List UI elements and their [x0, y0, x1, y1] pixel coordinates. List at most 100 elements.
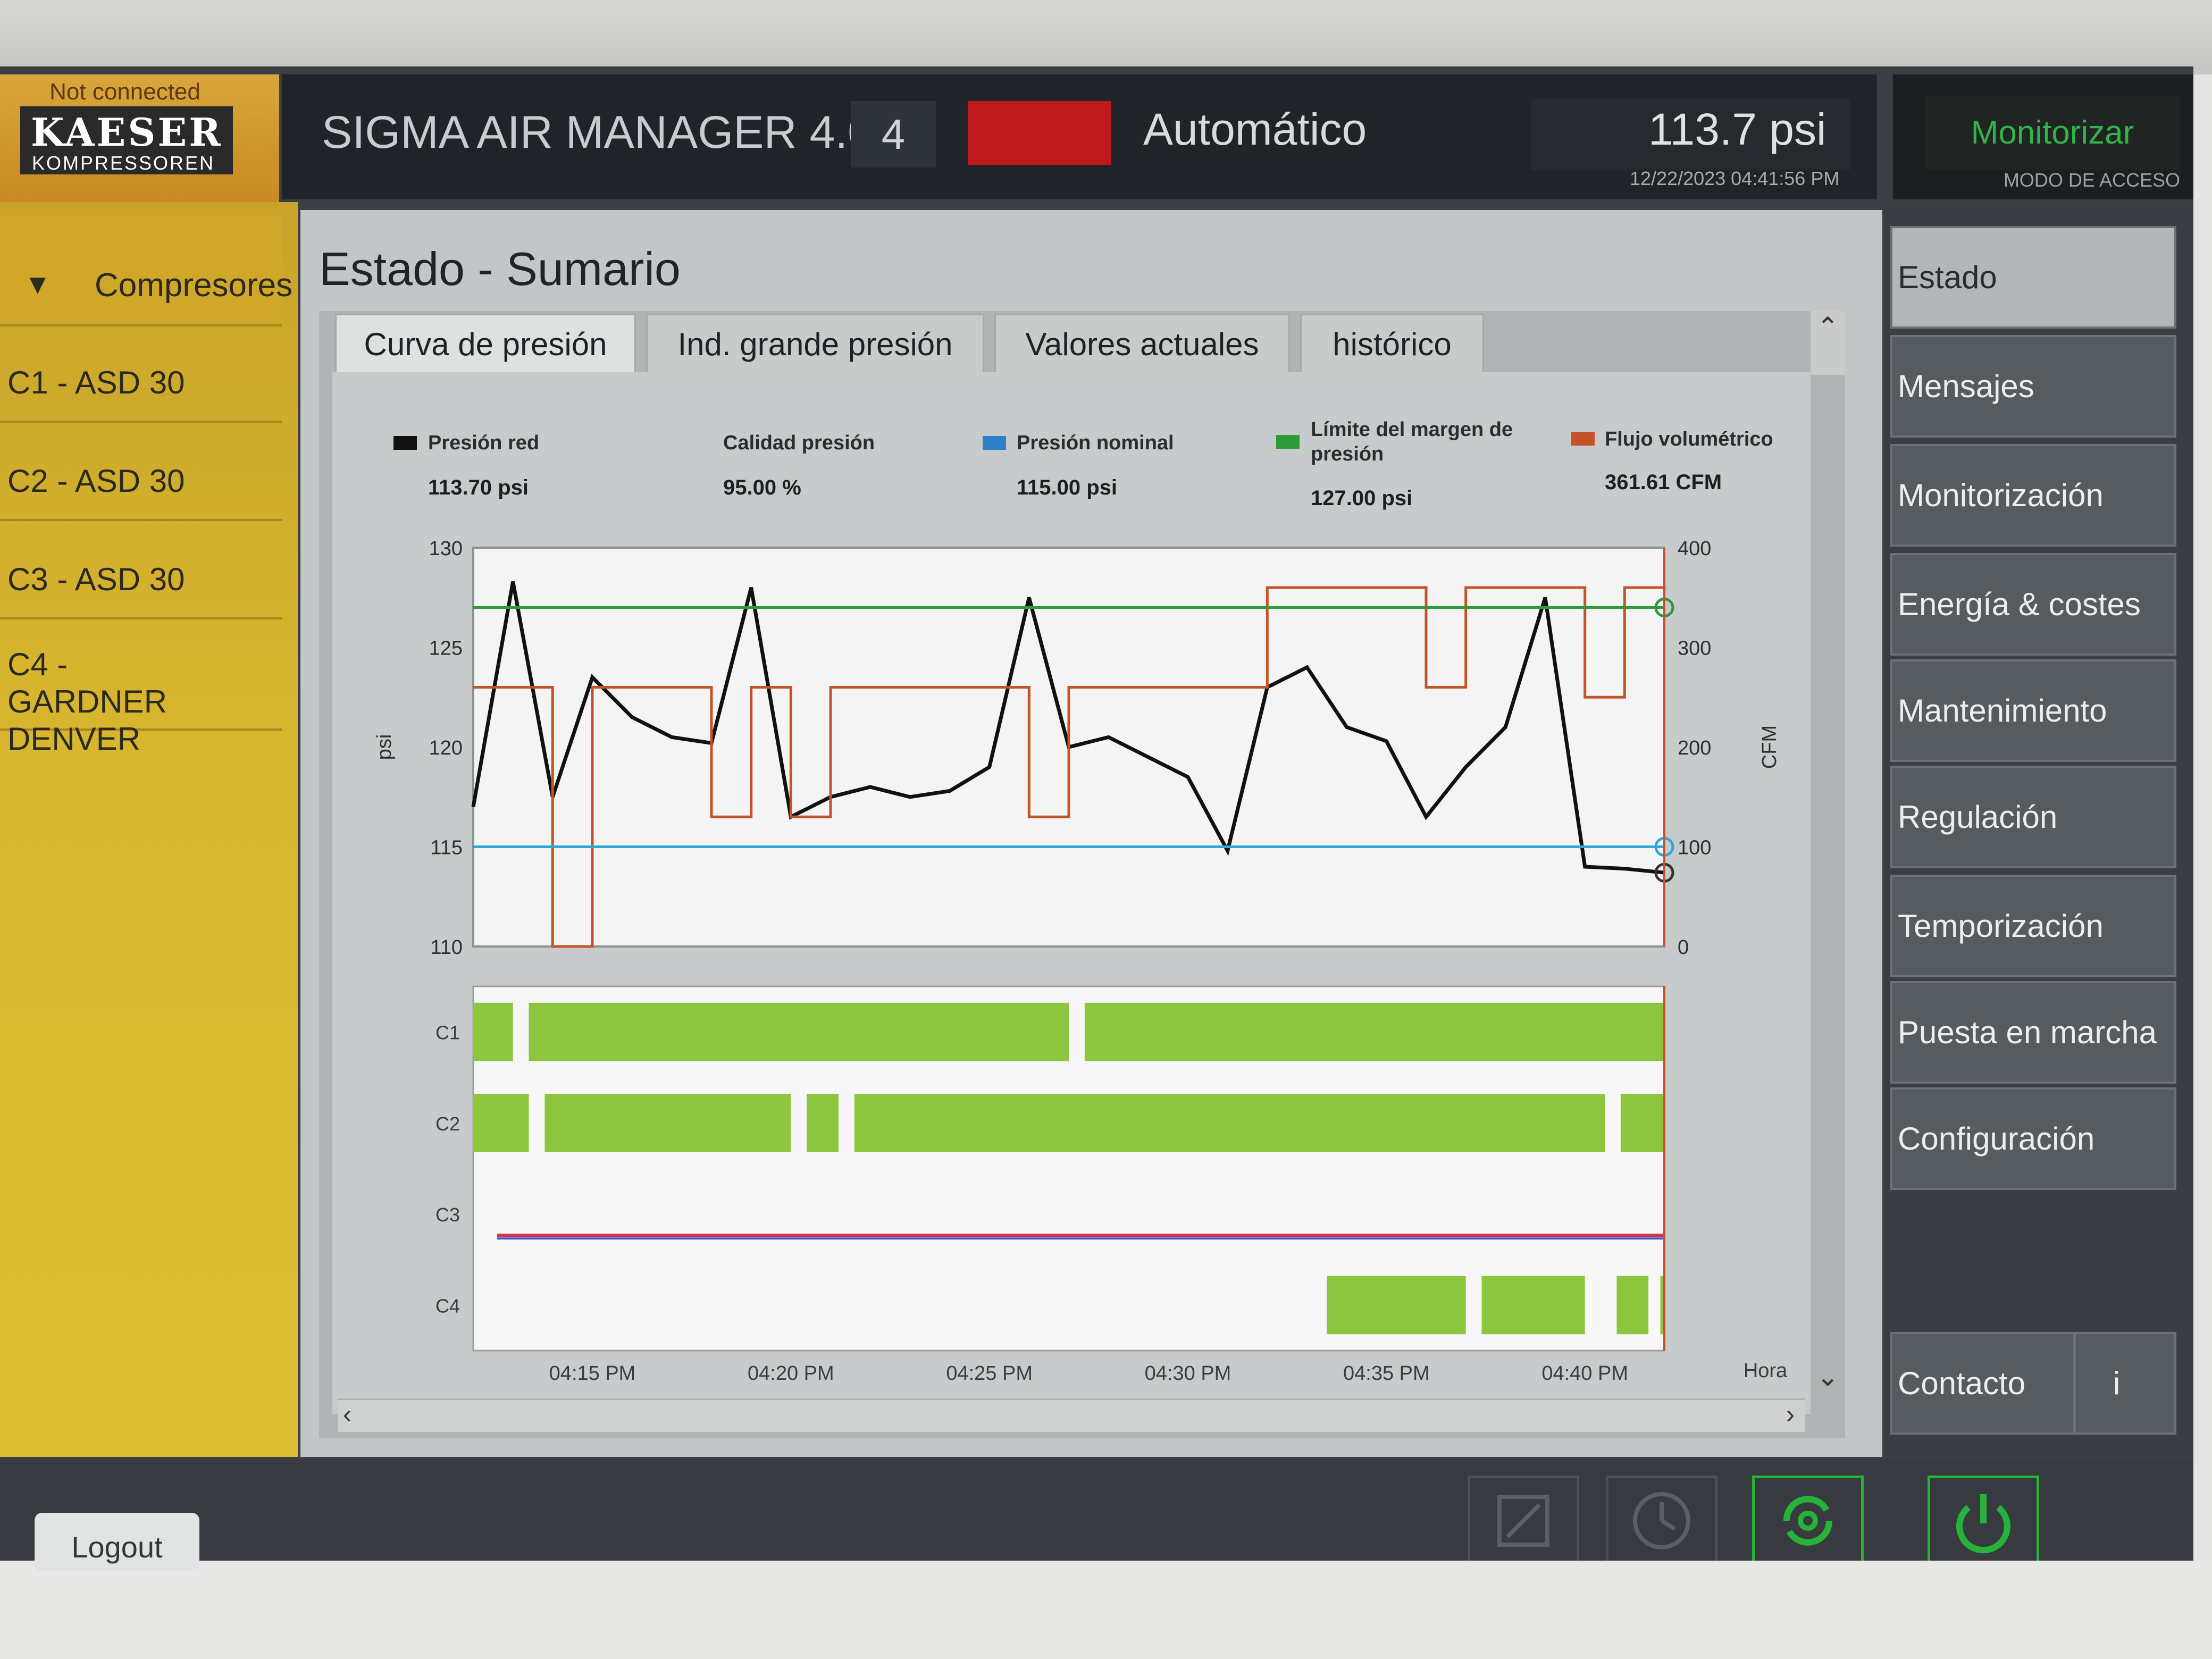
- nav-monitoring[interactable]: Monitorización: [1890, 444, 2176, 547]
- sidebar-item-label: C3 - ASD 30: [7, 562, 185, 597]
- gantt-row-label: C4: [435, 1295, 460, 1317]
- nav-status[interactable]: Estado: [1890, 226, 2176, 329]
- sidebar-item-label: C4 - GARDNER DENVER: [7, 647, 167, 757]
- nav-messages[interactable]: Mensajes: [1890, 335, 2176, 438]
- nav-maintenance[interactable]: Mantenimiento: [1890, 659, 2176, 762]
- nav-label: Temporización: [1898, 908, 2104, 944]
- y-left-tick-label: 110: [430, 936, 463, 959]
- pressure-value: 113.7 psi: [1648, 104, 1826, 154]
- nav-timing[interactable]: Temporización: [1890, 875, 2176, 977]
- edit-icon-glyph: [1497, 1495, 1549, 1547]
- clock-icon-glyph: [1633, 1492, 1690, 1549]
- info-icon[interactable]: i: [2074, 1332, 2176, 1435]
- x-tick-label: 04:30 PM: [1145, 1362, 1231, 1385]
- nav-label: Contacto: [1898, 1365, 2026, 1401]
- legend-value: 113.70 psi: [428, 476, 529, 499]
- operating-mode: Automático: [1143, 104, 1367, 154]
- gantt-run-bar: [473, 1094, 529, 1152]
- scroll-left-icon[interactable]: ‹: [343, 1400, 351, 1429]
- triangle-down-icon: ▼: [24, 269, 52, 300]
- sidebar-item-label: C1 - ASD 30: [7, 365, 185, 400]
- x-axis-label: Hora: [1744, 1360, 1788, 1382]
- y-left-tick-label: 125: [429, 638, 463, 660]
- gantt-run-bar: [544, 1094, 791, 1152]
- monitor-bezel-bottom: [0, 1561, 2212, 1659]
- power-icon-glyph: [1956, 1494, 2010, 1554]
- sidebar-item-label: C2 - ASD 30: [7, 463, 185, 499]
- x-tick-label: 04:40 PM: [1541, 1362, 1628, 1385]
- legend-label: Presión red: [428, 432, 540, 454]
- nav-label: Mensajes: [1898, 368, 2034, 404]
- kaeser-logo: KAESER KOMPRESSOREN: [20, 106, 233, 174]
- gantt-run-bar: [1481, 1276, 1585, 1335]
- legend-swatch-nominal-pressure: [983, 436, 1006, 450]
- unit-number: 4: [851, 101, 936, 167]
- gantt-run-bar: [1084, 1002, 1664, 1061]
- access-mode-button[interactable]: Monitorizar: [1925, 96, 2180, 170]
- group-label: Compresores: [95, 267, 293, 304]
- scroll-right-icon[interactable]: ›: [1786, 1400, 1795, 1429]
- nav-label: Estado: [1898, 259, 1997, 295]
- edit-icon[interactable]: [1468, 1476, 1579, 1566]
- sync-icon-glyph: [1783, 1496, 1833, 1546]
- y-right-tick-label: 200: [1678, 737, 1711, 759]
- power-icon[interactable]: [1928, 1476, 2039, 1566]
- y-left-tick-label: 115: [430, 837, 463, 859]
- legend-value: 127.00 psi: [1311, 487, 1413, 510]
- x-tick-label: 04:15 PM: [549, 1362, 636, 1385]
- x-tick-label: 04:35 PM: [1343, 1362, 1430, 1385]
- logout-button[interactable]: Logout: [35, 1513, 199, 1571]
- connection-status: Not connected: [49, 79, 200, 105]
- horizontal-scrollbar[interactable]: ‹ ›: [338, 1398, 1805, 1432]
- compressors-group-toggle[interactable]: ▼ Compresores: [0, 215, 292, 326]
- logo-brand-text: KAESER: [31, 110, 223, 155]
- scroll-down-icon[interactable]: ⌄: [1811, 1361, 1845, 1398]
- gantt-run-bar: [807, 1094, 839, 1152]
- clock-icon[interactable]: [1606, 1476, 1717, 1566]
- tab-pressure-curve[interactable]: Curva de presión: [335, 314, 636, 375]
- nav-label: Mantenimiento: [1898, 693, 2107, 728]
- legend-label: Calidad presión: [723, 432, 875, 454]
- y-right-tick-label: 0: [1678, 936, 1689, 959]
- sidebar-item-c1[interactable]: C1 - ASD 30: [0, 327, 282, 423]
- scroll-up-icon[interactable]: ⌃: [1811, 311, 1845, 375]
- nav-contact[interactable]: Contacto: [1890, 1332, 2075, 1435]
- status-indicator: [968, 101, 1111, 165]
- sidebar-item-c3[interactable]: C3 - ASD 30: [0, 524, 282, 619]
- logo-brand-sub: KOMPRESSOREN: [32, 152, 215, 174]
- sidebar-item-c4[interactable]: C4 - GARDNER DENVER: [0, 622, 282, 757]
- legend-value: 115.00 psi: [1017, 476, 1118, 499]
- gantt-run-bar: [854, 1094, 1605, 1152]
- gantt-run-bar: [529, 1002, 1069, 1061]
- nav-commissioning[interactable]: Puesta en marcha: [1890, 981, 2176, 1084]
- legend-label: Presión nominal: [1017, 432, 1174, 454]
- nav-energy-costs[interactable]: Energía & costes: [1890, 553, 2176, 656]
- gantt-run-bar: [1616, 1276, 1649, 1335]
- app-title: SIGMA AIR MANAGER 4.0: [322, 107, 874, 158]
- gantt-row-label: C1: [435, 1022, 460, 1044]
- y-left-tick-label: 130: [429, 538, 463, 560]
- legend-value: 361.61 CFM: [1605, 471, 1722, 494]
- gantt-run-bar: [473, 1002, 513, 1061]
- tab-history[interactable]: histórico: [1300, 314, 1484, 375]
- gantt-run-bar: [1620, 1094, 1664, 1152]
- nav-regulation[interactable]: Regulación: [1890, 766, 2176, 868]
- gantt-row-label: C3: [435, 1204, 460, 1226]
- legend-swatch-network-pressure: [393, 436, 417, 450]
- nav-label: Energía & costes: [1898, 586, 2141, 622]
- tab-current-values[interactable]: Valores actuales: [994, 314, 1290, 375]
- sync-icon[interactable]: [1752, 1476, 1864, 1566]
- nav-configuration[interactable]: Configuración: [1890, 1087, 2176, 1190]
- sidebar-item-c2[interactable]: C2 - ASD 30: [0, 425, 282, 521]
- info-icon-glyph: i: [2113, 1365, 2121, 1401]
- monitor-bezel-top: [0, 0, 2212, 74]
- tab-big-pressure[interactable]: Ind. grande presión: [646, 314, 984, 375]
- legend-swatch-volume-flow: [1571, 432, 1595, 446]
- nav-label: Regulación: [1898, 799, 2058, 835]
- y-right-tick-label: 400: [1678, 538, 1711, 560]
- nav-label: Monitorización: [1898, 477, 2104, 513]
- y-right-tick-label: 100: [1678, 837, 1711, 859]
- legend-label: Flujo volumétrico: [1605, 428, 1773, 450]
- y-left-axis-label: psi: [373, 734, 396, 760]
- pressure-chart: 130 125 120 115 110 400 300 200 100 0 psi CFM C1 C2 C3…: [373, 538, 1788, 1385]
